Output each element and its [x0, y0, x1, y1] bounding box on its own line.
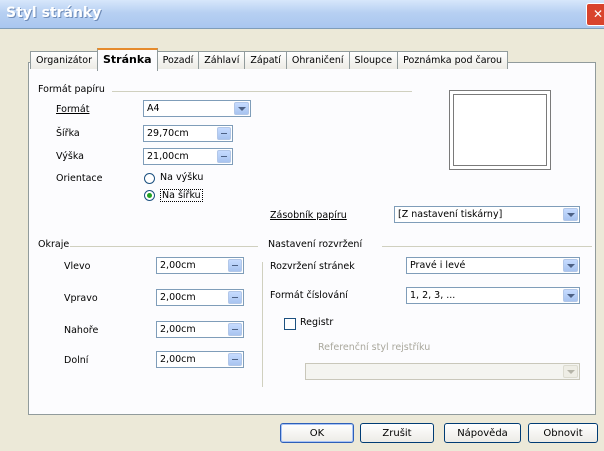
ref-style-label: Referenční styl rejstříku [318, 342, 431, 353]
right-margin-value: 2,00cm [160, 292, 196, 303]
spin-icon[interactable] [228, 291, 242, 304]
tab-zahlavi[interactable]: Záhlaví [198, 51, 246, 69]
bottom-margin-label: Dolní [64, 355, 89, 366]
bottom-margin-value: 2,00cm [160, 354, 196, 365]
tab-zapati[interactable]: Zápatí [244, 51, 287, 69]
layout-group-line [382, 246, 592, 247]
page-layout-value: Pravé i levé [410, 260, 466, 271]
chevron-down-icon[interactable] [563, 259, 578, 272]
tray-select[interactable]: [Z nastavení tiskárny] [394, 206, 580, 223]
format-label: Formát [56, 104, 90, 115]
paper-group-line [112, 91, 412, 92]
numbering-label: Formát číslování [270, 290, 348, 301]
portrait-label[interactable]: Na výšku [160, 172, 203, 183]
left-margin-field[interactable]: 2,00cm [156, 257, 244, 274]
spin-icon[interactable] [217, 127, 231, 140]
reset-button[interactable]: Obnovit [528, 423, 598, 443]
orientation-label: Orientace [56, 173, 103, 184]
right-margin-field[interactable]: 2,00cm [156, 289, 244, 306]
chevron-down-icon[interactable] [563, 208, 578, 221]
page-layout-label: Rozvržení stránek [270, 261, 355, 272]
format-value: A4 [147, 103, 160, 114]
vertical-separator [262, 262, 263, 387]
numbering-value: 1, 2, 3, ... [410, 290, 456, 301]
page-layout-select[interactable]: Pravé i levé [406, 257, 580, 274]
width-value: 29,70cm [147, 128, 189, 139]
margins-group-title: Okraje [38, 239, 70, 250]
layout-group-title: Nastavení rozvržení [268, 239, 363, 250]
close-button[interactable]: ✕ [586, 3, 604, 26]
cancel-button[interactable]: Zrušit [360, 423, 434, 443]
tray-label: Zásobník papíru [270, 210, 347, 221]
tab-pozadi[interactable]: Pozadí [156, 51, 200, 69]
title-bar: Styl stránky ✕ [0, 0, 604, 29]
height-label: Výška [56, 151, 84, 162]
spin-icon[interactable] [228, 353, 242, 366]
portrait-radio[interactable] [144, 173, 155, 184]
spin-icon[interactable] [228, 259, 242, 272]
numbering-select[interactable]: 1, 2, 3, ... [406, 287, 580, 304]
register-checkbox[interactable] [284, 318, 296, 330]
spin-icon[interactable] [217, 150, 231, 163]
tab-sloupce[interactable]: Sloupce [348, 51, 399, 69]
chevron-down-icon[interactable] [563, 289, 578, 302]
landscape-label[interactable]: Na šířku [160, 189, 203, 202]
margins-group-line [70, 246, 258, 247]
width-label: Šířka [56, 128, 80, 139]
tab-stranka[interactable]: Stránka [96, 48, 158, 71]
landscape-radio[interactable] [144, 190, 155, 201]
page-preview [449, 90, 551, 170]
height-value: 21,00cm [147, 151, 189, 162]
register-label[interactable]: Registr [300, 317, 333, 328]
ok-button[interactable]: OK [280, 423, 354, 443]
ref-style-select[interactable] [305, 363, 580, 380]
paper-group-title: Formát papíru [38, 84, 105, 95]
tab-organizator[interactable]: Organizátor [30, 51, 98, 69]
spin-icon[interactable] [228, 323, 242, 336]
top-margin-value: 2,00cm [160, 324, 196, 335]
top-margin-label: Nahoře [64, 325, 99, 336]
top-margin-field[interactable]: 2,00cm [156, 321, 244, 338]
help-button[interactable]: Nápověda [444, 423, 521, 443]
chevron-down-icon[interactable] [234, 102, 249, 115]
width-field[interactable]: 29,70cm [143, 125, 233, 142]
page-preview-margins [453, 94, 547, 166]
window-title: Styl stránky [6, 5, 102, 21]
tab-ohraniceni[interactable]: Ohraničení [285, 51, 350, 69]
left-margin-value: 2,00cm [160, 260, 196, 271]
right-margin-label: Vpravo [64, 293, 98, 304]
tab-poznamka-pod-carou[interactable]: Poznámka pod čarou [397, 51, 509, 69]
tray-value: [Z nastavení tiskárny] [398, 209, 503, 220]
tab-bar: Organizátor Stránka Pozadí Záhlaví Zápat… [30, 48, 509, 71]
bottom-margin-field[interactable]: 2,00cm [156, 351, 244, 368]
left-margin-label: Vlevo [64, 261, 91, 272]
height-field[interactable]: 21,00cm [143, 148, 233, 165]
format-select[interactable]: A4 [143, 100, 251, 117]
chevron-down-icon[interactable] [563, 365, 578, 378]
